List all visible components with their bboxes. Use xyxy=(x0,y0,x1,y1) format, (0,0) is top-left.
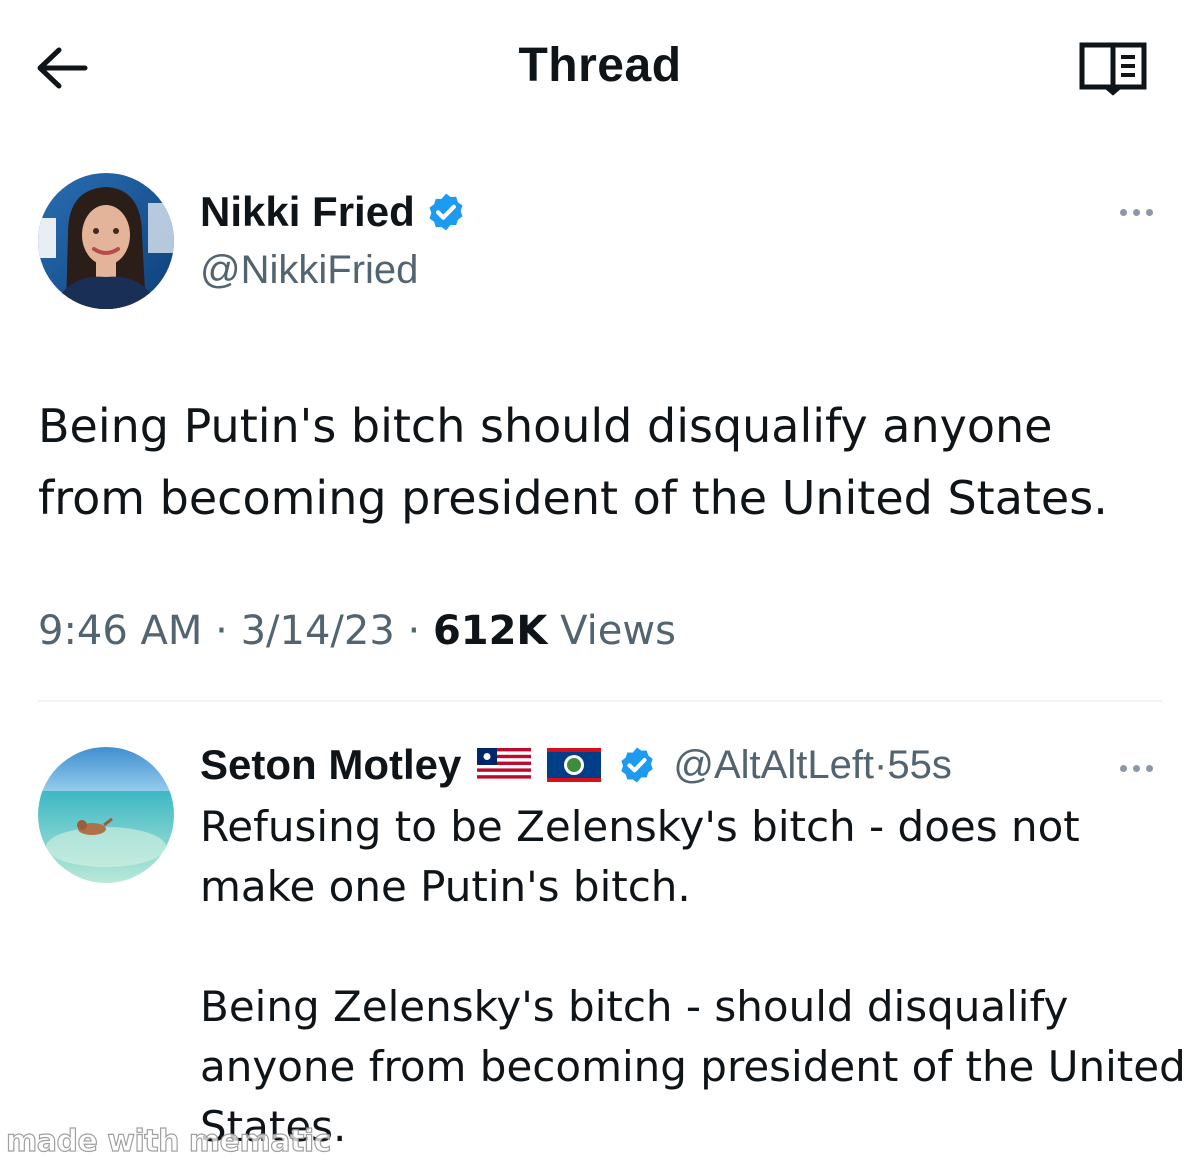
tweet-date[interactable]: 3/14/23 xyxy=(241,608,395,654)
reader-mode-button[interactable] xyxy=(1076,40,1150,96)
reply-age: 55s xyxy=(887,742,952,787)
more-dot-icon xyxy=(1145,208,1153,216)
watermark: made with mematic xyxy=(5,1123,332,1159)
meta-separator: · xyxy=(874,742,888,787)
flag-liberia-icon xyxy=(477,748,532,782)
reply-header: Seton Motley @AltAltLeft·55s xyxy=(200,741,952,789)
reader-mode-icon xyxy=(1079,42,1147,96)
verified-badge-icon xyxy=(429,193,463,231)
thread-header: Thread xyxy=(0,0,1200,140)
reply-paragraph: Refusing to be Zelensky's bitch - does n… xyxy=(200,802,1080,911)
author-name[interactable]: Nikki Fried xyxy=(200,188,415,236)
flag-belize-icon xyxy=(547,748,602,782)
more-options-button[interactable] xyxy=(1108,197,1164,227)
more-dot-icon xyxy=(1119,764,1127,772)
tweet-time[interactable]: 9:46 AM xyxy=(38,608,202,654)
tweet-text: Being Putin's bitch should disqualify an… xyxy=(38,390,1168,534)
divider xyxy=(38,700,1162,702)
meta-separator: · xyxy=(407,608,421,654)
reply-text: Refusing to be Zelensky's bitch - does n… xyxy=(200,797,1190,1157)
more-options-button[interactable] xyxy=(1108,753,1164,783)
more-dot-icon xyxy=(1132,764,1140,772)
avatar[interactable] xyxy=(38,747,174,883)
more-dot-icon xyxy=(1132,208,1140,216)
reply-paragraph: Being Zelensky's bitch - should disquali… xyxy=(200,982,1186,1151)
page-title: Thread xyxy=(518,39,682,92)
thread-page: Thread Nikki Fried @NikkiFried Being Put… xyxy=(0,0,1200,1165)
avatar[interactable] xyxy=(38,173,174,309)
tweet-text-line: Being Putin's bitch should disqualify an… xyxy=(38,399,1053,453)
reply-handle-text: @AltAltLeft xyxy=(673,742,875,787)
author-handle[interactable]: @NikkiFried xyxy=(200,248,418,293)
meta-separator: · xyxy=(215,608,228,654)
reply-author-name[interactable]: Seton Motley xyxy=(200,741,461,789)
verified-badge-icon xyxy=(621,747,654,783)
views-label[interactable]: Views xyxy=(560,608,676,654)
reply-author-handle[interactable]: @AltAltLeft·55s xyxy=(673,743,952,788)
tweet-meta: 9:46 AM · 3/14/23 · 612K Views xyxy=(38,608,676,654)
author-name-row: Nikki Fried xyxy=(200,188,467,236)
views-count[interactable]: 612K xyxy=(433,608,548,654)
more-dot-icon xyxy=(1145,764,1153,772)
tweet-text-line: from becoming president of the United St… xyxy=(38,471,1108,525)
more-dot-icon xyxy=(1119,208,1127,216)
